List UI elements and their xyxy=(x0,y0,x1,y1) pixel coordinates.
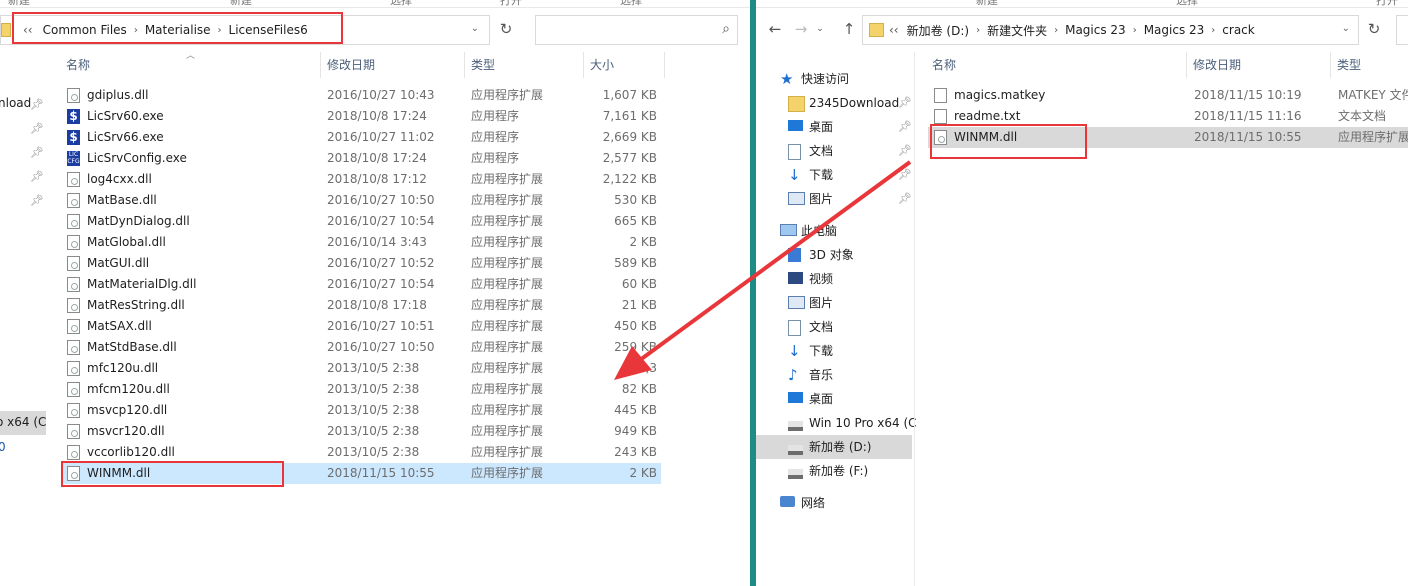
annotation-arrow xyxy=(614,160,912,380)
arrow-line xyxy=(638,160,912,362)
arrow-head xyxy=(614,346,652,380)
